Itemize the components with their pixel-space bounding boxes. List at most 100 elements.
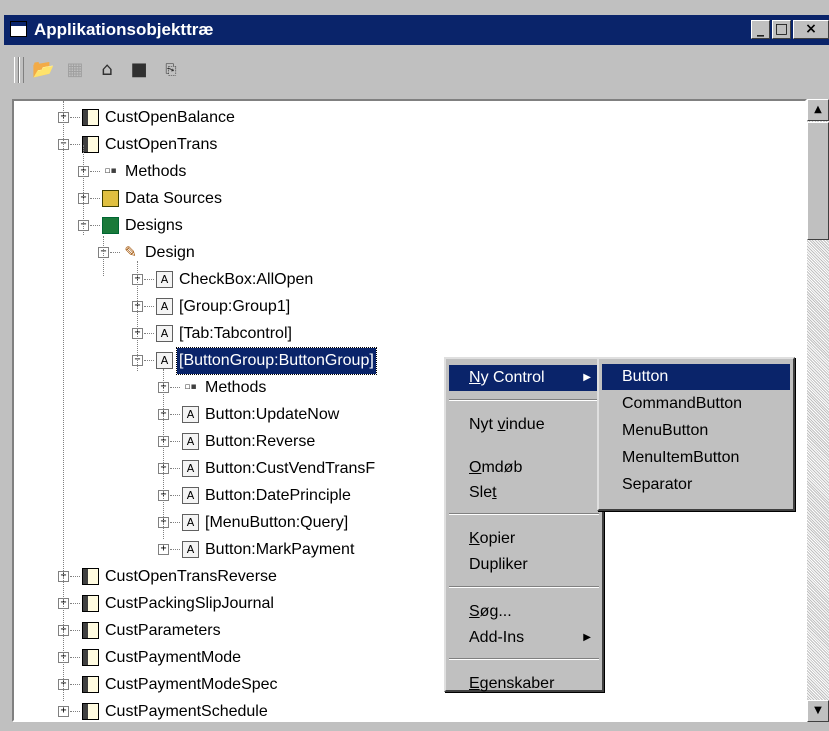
control-icon: A xyxy=(182,460,199,477)
save-icon[interactable]: ▦ xyxy=(64,59,86,81)
search-menu-item[interactable]: Søg... xyxy=(449,599,599,625)
new-control-menu-item[interactable]: Ny Control ▶ xyxy=(449,365,599,391)
menu-item-label: Egenskaber xyxy=(469,675,555,692)
copy-menu-item[interactable]: Kopier xyxy=(449,526,599,552)
menu-item-label: Ny Control xyxy=(469,369,545,386)
menu-item-label: Dupliker xyxy=(469,556,528,573)
separator-menu-item[interactable]: Separator xyxy=(602,472,790,498)
menu-item-label: Slet xyxy=(469,484,497,501)
tree-connector xyxy=(137,261,138,371)
tree-item-label: Data Sources xyxy=(125,190,222,207)
tree-item-label: CustPaymentSchedule xyxy=(105,703,268,720)
open-icon[interactable]: 📂 xyxy=(32,59,54,81)
tree-connector xyxy=(144,279,154,280)
tree-item-label: Button:MarkPayment xyxy=(205,541,355,558)
form-icon xyxy=(82,109,99,126)
control-icon: A xyxy=(182,433,199,450)
new-control-submenu: Button CommandButton MenuButton MenuItemBut… xyxy=(597,357,795,511)
scroll-up-button[interactable]: ▲ xyxy=(807,99,829,121)
menu-separator xyxy=(449,513,599,515)
designs-icon xyxy=(102,217,119,234)
menubutton-menu-item[interactable]: MenuButton xyxy=(602,418,790,444)
expand-icon[interactable]: + xyxy=(158,544,169,555)
tree-connector xyxy=(83,145,84,235)
tree-item-label: Button:Reverse xyxy=(205,433,316,450)
tree-item-label: Methods xyxy=(205,379,267,396)
tree-connector xyxy=(90,225,100,226)
window-icon xyxy=(10,21,27,37)
tree-connector xyxy=(144,306,154,307)
expand-icon[interactable]: + xyxy=(58,706,69,717)
control-icon: A xyxy=(182,406,199,423)
rename-menu-item[interactable]: Omdøb xyxy=(449,455,599,481)
tree-connector xyxy=(170,495,180,496)
tree-item-label: CustParameters xyxy=(105,622,221,639)
application-object-tree-window: Applikationsobjekttræ _ □ × 📂 ▦ ⌂ ■ ⎘ + C… xyxy=(0,0,829,731)
tree-connector xyxy=(70,657,80,658)
control-icon: A xyxy=(182,541,199,558)
maximize-button[interactable]: □ xyxy=(772,20,791,39)
title-bar[interactable]: Applikationsobjekttræ _ □ × xyxy=(4,15,829,45)
form-icon xyxy=(82,676,99,693)
tree-item-label: Methods xyxy=(125,163,187,180)
tree-connector xyxy=(103,236,104,276)
toolbar: 📂 ▦ ⌂ ■ ⎘ xyxy=(4,47,829,93)
tree-connector xyxy=(170,414,180,415)
tree-connector xyxy=(70,117,80,118)
menu-separator xyxy=(449,399,599,401)
form-icon xyxy=(82,595,99,612)
tree-item-label: Design xyxy=(145,244,195,261)
find-icon[interactable]: ⎘ xyxy=(160,59,182,81)
properties-icon[interactable]: ⌂ xyxy=(96,59,118,81)
window-title: Applikationsobjekttræ xyxy=(34,20,214,39)
tree-item-label: CustOpenBalance xyxy=(105,109,235,126)
tree-item-label: CustOpenTrans xyxy=(105,136,218,153)
design-icon: ✎ xyxy=(124,243,137,261)
compile-icon[interactable]: ■ xyxy=(128,59,150,81)
tree-connector xyxy=(70,630,80,631)
new-window-menu-item[interactable]: Nyt vindue xyxy=(449,412,599,438)
toolbar-grip[interactable] xyxy=(19,57,24,83)
scroll-thumb[interactable] xyxy=(807,122,829,240)
control-icon: A xyxy=(156,352,173,369)
add-ins-menu-item[interactable]: Add-Ins ▶ xyxy=(449,625,599,651)
form-icon xyxy=(82,622,99,639)
form-icon xyxy=(82,136,99,153)
tree-connector xyxy=(110,252,120,253)
tree-connector xyxy=(70,684,80,685)
commandbutton-menu-item[interactable]: CommandButton xyxy=(602,391,790,417)
menu-item-label: Kopier xyxy=(469,530,516,547)
duplicate-menu-item[interactable]: Dupliker xyxy=(449,552,599,578)
menu-item-label: Søg... xyxy=(469,603,512,620)
vertical-scrollbar[interactable]: ▲ ▼ xyxy=(807,99,829,722)
methods-icon: ▫▪ xyxy=(104,166,117,176)
tree-connector xyxy=(70,603,80,604)
tree-connector xyxy=(163,369,164,539)
tree-connector xyxy=(70,576,80,577)
delete-menu-item[interactable]: Slet xyxy=(449,480,599,506)
control-icon: A xyxy=(156,325,173,342)
tree-item-label: CustOpenTransReverse xyxy=(105,568,277,585)
methods-icon: ▫▪ xyxy=(184,382,197,392)
menuitembutton-menu-item[interactable]: MenuItemButton xyxy=(602,445,790,471)
tree-item-label: CustPackingSlipJournal xyxy=(105,595,274,612)
menu-item-label: Add-Ins xyxy=(469,629,525,646)
tree-item-label: CheckBox:AllOpen xyxy=(179,271,314,288)
submenu-arrow-icon: ▶ xyxy=(583,372,591,383)
tree-connector xyxy=(170,522,180,523)
menu-item-label: Omdøb xyxy=(469,459,523,476)
minimize-button[interactable]: _ xyxy=(751,20,770,39)
properties-menu-item[interactable]: Egenskaber xyxy=(449,671,599,697)
button-menu-item[interactable]: Button xyxy=(602,364,790,390)
tree-item-label: CustPaymentModeSpec xyxy=(105,676,278,693)
menu-separator xyxy=(449,586,599,588)
tree-item-label: [MenuButton:Query] xyxy=(205,514,349,531)
tree-item-label: Designs xyxy=(125,217,183,234)
control-icon: A xyxy=(182,487,199,504)
tree-item-label: Button:DatePrinciple xyxy=(205,487,351,504)
tree-item-label: [Tab:Tabcontrol] xyxy=(179,325,292,342)
close-button[interactable]: × xyxy=(793,20,829,39)
form-icon xyxy=(82,649,99,666)
control-icon: A xyxy=(156,271,173,288)
scroll-down-button[interactable]: ▼ xyxy=(807,700,829,722)
